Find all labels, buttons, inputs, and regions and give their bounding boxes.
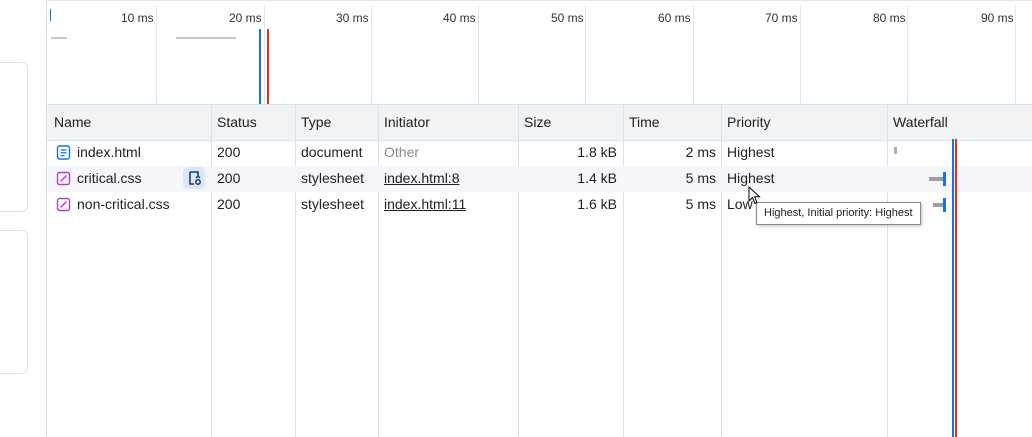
document-icon xyxy=(56,145,71,160)
overview-tick-label: 60 ms xyxy=(658,11,691,25)
side-card xyxy=(0,62,28,212)
requests-table: Name Status Type Initiator Size Time Pri… xyxy=(47,104,1032,437)
overview-gridline xyxy=(907,5,908,105)
overview-request-bar xyxy=(51,37,67,39)
waterfall-download-bar xyxy=(943,172,946,186)
overview-gridline xyxy=(800,5,801,105)
request-name[interactable]: index.html xyxy=(77,144,141,160)
overview-gridline xyxy=(693,5,694,105)
overview-tick-label: 90 ms xyxy=(981,11,1014,25)
column-header-type[interactable]: Type xyxy=(301,114,331,130)
column-header-name[interactable]: Name xyxy=(54,114,91,130)
table-header: Name Status Type Initiator Size Time Pri… xyxy=(47,104,1032,141)
column-header-waterfall[interactable]: Waterfall xyxy=(893,114,948,130)
waterfall-bar xyxy=(929,177,943,181)
request-size: 1.4 kB xyxy=(577,170,617,186)
left-panel xyxy=(0,0,46,437)
overview-tick-label: 80 ms xyxy=(873,11,906,25)
request-size: 1.6 kB xyxy=(577,196,617,212)
request-status: 200 xyxy=(217,144,241,160)
override-content-button[interactable] xyxy=(183,167,205,189)
request-initiator-link[interactable]: index.html:11 xyxy=(384,196,466,212)
dom-content-loaded-line xyxy=(952,139,954,437)
waterfall-bar xyxy=(894,147,897,154)
stylesheet-icon xyxy=(56,197,71,212)
request-status: 200 xyxy=(217,170,241,186)
overview-tick-label: 70 ms xyxy=(765,11,798,25)
load-event-marker xyxy=(267,29,269,105)
overview-tick-label: 30 ms xyxy=(336,11,369,25)
request-name[interactable]: critical.css xyxy=(77,170,142,186)
request-status: 200 xyxy=(217,196,241,212)
override-icon xyxy=(189,171,201,185)
overview-timeline[interactable]: 10 ms 20 ms 30 ms 40 ms 50 ms 60 ms 70 m… xyxy=(47,0,1032,105)
request-name[interactable]: non-critical.css xyxy=(77,196,170,212)
overview-tick-label: 50 ms xyxy=(551,11,584,25)
request-time: 5 ms xyxy=(685,196,716,212)
timeline-start-marker xyxy=(50,9,51,21)
overview-tick-label: 20 ms xyxy=(229,11,262,25)
request-type: stylesheet xyxy=(301,196,365,212)
stylesheet-icon xyxy=(56,171,71,186)
column-header-status[interactable]: Status xyxy=(217,114,257,130)
overview-gridline xyxy=(156,5,157,105)
request-initiator-link[interactable]: index.html:8 xyxy=(384,170,459,186)
request-time: 2 ms xyxy=(685,144,716,160)
request-time: 5 ms xyxy=(685,170,716,186)
overview-gridline xyxy=(585,5,586,105)
request-initiator: Other xyxy=(384,144,420,160)
column-header-time[interactable]: Time xyxy=(629,114,660,130)
overview-gridline xyxy=(478,5,479,105)
request-type: stylesheet xyxy=(301,170,365,186)
column-header-initiator[interactable]: Initiator xyxy=(384,114,430,130)
overview-tick-label: 10 ms xyxy=(121,11,154,25)
overview-gridline xyxy=(1015,5,1016,105)
waterfall-bar xyxy=(933,203,943,207)
load-event-line xyxy=(955,139,957,437)
column-header-size[interactable]: Size xyxy=(524,114,551,130)
request-size: 1.8 kB xyxy=(577,144,617,160)
mouse-cursor-icon xyxy=(748,186,761,205)
request-priority[interactable]: Highest xyxy=(727,170,774,186)
table-row[interactable]: index.html 200 document Other 1.8 kB 2 m… xyxy=(47,140,1032,166)
waterfall-download-bar xyxy=(943,198,946,212)
overview-gridline xyxy=(371,5,372,105)
table-row[interactable]: critical.css 200 stylesheet index.html:8… xyxy=(47,166,1032,192)
dom-content-loaded-marker xyxy=(259,29,261,105)
column-header-priority[interactable]: Priority xyxy=(727,114,771,130)
priority-tooltip: Highest, Initial priority: Highest xyxy=(756,202,921,225)
overview-request-bar xyxy=(176,37,236,39)
side-card xyxy=(0,230,28,374)
request-priority: Highest xyxy=(727,144,775,160)
overview-gridline xyxy=(264,5,265,105)
overview-tick-label: 40 ms xyxy=(443,11,476,25)
request-type: document xyxy=(301,144,363,160)
